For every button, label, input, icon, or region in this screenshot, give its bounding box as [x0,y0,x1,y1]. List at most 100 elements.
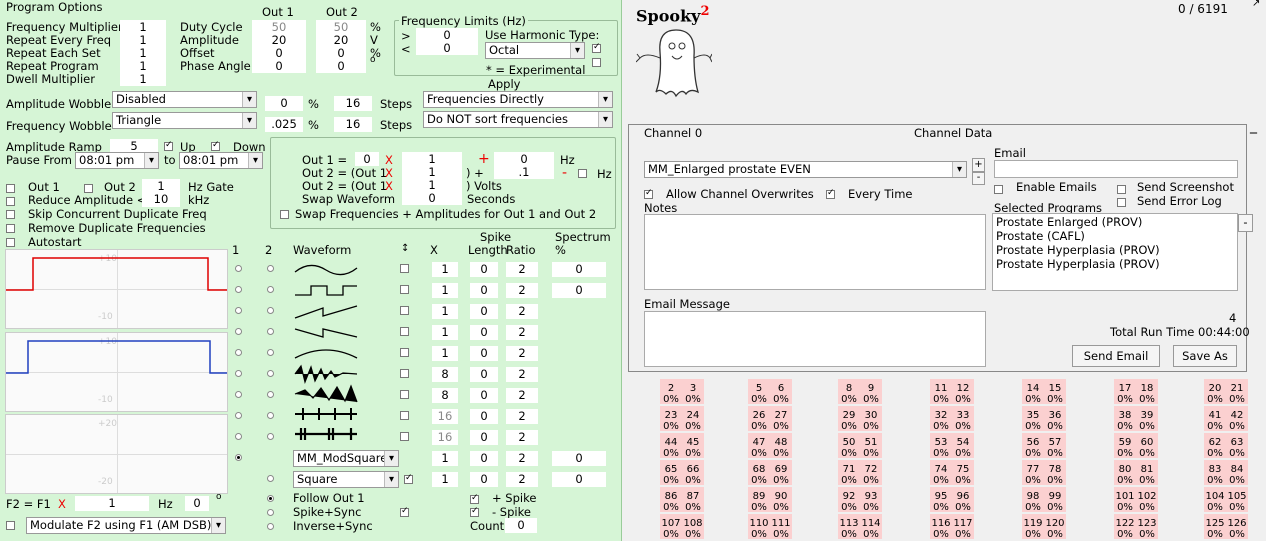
waveform-out1-radio[interactable] [235,286,242,293]
freq-limit-min[interactable]: 0 [416,28,478,42]
channel-cell[interactable]: 93 0% [860,487,882,513]
waveform-out2-radio[interactable] [267,370,274,377]
waveform-out2-radio[interactable] [267,475,274,482]
formula-minus-checkbox[interactable] [578,169,587,178]
formula-mult-3[interactable]: 1 [402,178,462,192]
program-option-input[interactable]: 1 [120,33,166,47]
channel-cell[interactable]: 92 0% [838,487,860,513]
modulate-select[interactable]: Modulate F2 using F1 (AM DSB) [26,517,226,534]
waveform-x-input[interactable]: 1 [432,472,458,487]
waveform-x-input[interactable]: 8 [432,367,458,382]
spike-sync-checkbox[interactable] [400,506,409,517]
ramp-up-checkbox[interactable] [164,140,173,151]
spike-ratio-input[interactable]: 2 [506,451,538,466]
waveform-out2-radio[interactable] [267,307,274,314]
spectrum-input[interactable]: 0 [552,451,606,466]
channel-cell[interactable]: 17 0% [1114,379,1136,405]
waveform-out1-radio[interactable] [235,265,242,272]
spectrum-input[interactable]: 0 [552,283,606,298]
spike-length-input[interactable]: 0 [470,283,498,298]
every-time-checkbox[interactable] [826,188,835,199]
spike-ratio-input[interactable]: 2 [506,430,538,445]
apply-frequencies-select[interactable]: Frequencies Directly [423,91,613,108]
channel-cell[interactable]: 5 0% [748,379,770,405]
spike-length-input[interactable]: 0 [470,262,498,277]
channel-cell[interactable]: 104 0% [1204,487,1226,513]
frequency-wobble-percent[interactable]: .025 [265,117,303,132]
spike-length-input[interactable]: 0 [470,325,498,340]
channel-cell[interactable]: 102 0% [1136,487,1158,513]
formula-mult-1[interactable]: 1 [402,152,462,166]
spectrum-input[interactable]: 0 [552,472,606,487]
waveform-x-input[interactable]: 1 [432,346,458,361]
spike-ratio-input[interactable]: 2 [506,283,538,298]
channel-cell[interactable]: 36 0% [1044,406,1066,432]
email-input[interactable] [994,160,1238,178]
pause-to-select[interactable]: 08:01 pm [179,152,263,169]
channel-cell[interactable]: 89 0% [748,487,770,513]
remove-program-button[interactable]: - [972,172,985,185]
save-as-button[interactable]: Save As [1173,345,1237,367]
channel-cell[interactable]: 78 0% [1044,460,1066,486]
follow-out1-radio[interactable] [267,495,274,502]
channel-cell[interactable]: 54 0% [952,433,974,459]
channel-cell[interactable]: 74 0% [930,460,952,486]
send-email-button[interactable]: Send Email [1072,345,1160,367]
add-program-button[interactable]: + [972,158,985,172]
channel-cell[interactable]: 35 0% [1022,406,1044,432]
channel-cell[interactable]: 117 0% [952,514,974,540]
spike-ratio-input[interactable]: 2 [506,325,538,340]
channel-cell[interactable]: 63 0% [1226,433,1248,459]
harmonic-checkbox[interactable] [592,42,601,53]
channel-cell[interactable]: 111 0% [770,514,792,540]
channel-cell[interactable]: 65 0% [660,460,682,486]
spike-ratio-input[interactable]: 2 [506,388,538,403]
channel-cell[interactable]: 87 0% [682,487,704,513]
channel-cell[interactable]: 114 0% [860,514,882,540]
channel-cell[interactable]: 23 0% [660,406,682,432]
selected-program-item[interactable]: Prostate Hyperplasia (PROV) [996,243,1234,257]
waveform-out2-radio[interactable] [267,328,274,335]
channel-cell[interactable]: 90 0% [770,487,792,513]
channel-cell[interactable]: 119 0% [1022,514,1044,540]
notes-textarea[interactable] [644,214,986,290]
channel-cell[interactable]: 14 0% [1022,379,1044,405]
f2-multiplier-input[interactable]: 1 [75,496,149,511]
channel-cell[interactable]: 26 0% [748,406,770,432]
skip-duplicate-checkbox[interactable] [6,210,15,219]
channel-cell[interactable]: 83 0% [1204,460,1226,486]
channel-cell[interactable]: 113 0% [838,514,860,540]
channel-cell[interactable]: 107 0% [660,514,682,540]
channel-cell[interactable]: 56 0% [1022,433,1044,459]
program-option-input[interactable]: 1 [120,59,166,73]
spike-length-input[interactable]: 0 [470,409,498,424]
waveform-invert-checkbox[interactable] [400,369,409,378]
minus-spike-checkbox[interactable] [470,506,479,517]
collapse-button[interactable]: _ [1250,118,1257,134]
formula-out1-base[interactable]: 0 [355,152,379,166]
channel-cell[interactable]: 120 0% [1044,514,1066,540]
channel-cell[interactable]: 81 0% [1136,460,1158,486]
out2-waveform-checkbox[interactable] [404,473,413,484]
param-out2-input[interactable]: 0 [316,46,366,60]
selected-program-item[interactable]: Prostate Hyperplasia (PROV) [996,257,1234,271]
spike-length-input[interactable]: 0 [470,388,498,403]
channel-cell[interactable]: 6 0% [770,379,792,405]
email-message-textarea[interactable] [644,311,986,367]
send-error-log-checkbox[interactable] [1117,198,1126,207]
channel-cell[interactable]: 71 0% [838,460,860,486]
channel-cell[interactable]: 95 0% [930,487,952,513]
ramp-down-checkbox[interactable] [211,140,220,151]
gate-out1-checkbox[interactable] [6,184,15,193]
channel-cell[interactable]: 57 0% [1044,433,1066,459]
channel-cell[interactable]: 110 0% [748,514,770,540]
channel-cell[interactable]: 77 0% [1022,460,1044,486]
allow-overwrites-checkbox[interactable] [644,188,653,199]
modulate-checkbox[interactable] [6,521,15,530]
waveform-out2-radio[interactable] [267,349,274,356]
channel-cell[interactable]: 39 0% [1136,406,1158,432]
channel-cell[interactable]: 47 0% [748,433,770,459]
channel-cell[interactable]: 12 0% [952,379,974,405]
waveform-out1-radio[interactable] [235,349,242,356]
channel-cell[interactable]: 105 0% [1226,487,1248,513]
